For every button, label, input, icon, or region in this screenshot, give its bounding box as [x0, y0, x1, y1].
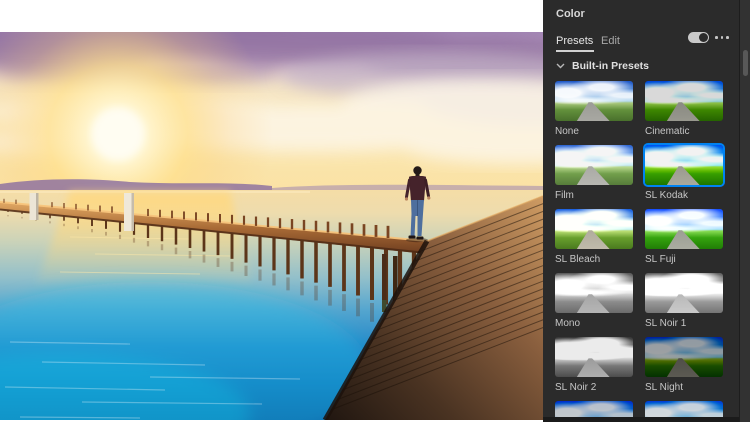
preset-sl-noir-1[interactable]: SL Noir 1 — [645, 273, 723, 337]
panel-enable-toggle[interactable] — [688, 32, 709, 43]
preset-film[interactable]: Film — [555, 145, 633, 209]
toggle-knob — [699, 33, 708, 42]
preset-thumbnail — [645, 273, 723, 313]
preset-label: SL Bleach — [555, 254, 601, 265]
road-graphic — [666, 294, 700, 313]
road-graphic — [576, 230, 610, 249]
preset-thumbnail — [645, 209, 723, 249]
preset-label: Mono — [555, 318, 581, 329]
preset-sl-fuji[interactable]: SL Fuji — [645, 209, 723, 273]
preset-label: SL Noir 2 — [555, 382, 597, 393]
chevron-down-icon — [556, 63, 565, 69]
panel-bottom-divider — [543, 417, 739, 422]
preset-cinematic[interactable]: Cinematic — [645, 81, 723, 145]
panel-title: Color — [556, 8, 585, 20]
active-tab-underline — [556, 50, 594, 52]
preset-label: SL Night — [645, 382, 683, 393]
preset-sl-night[interactable]: SL Night — [645, 337, 723, 401]
preset-grid: None Cinematic Film SL Kodak SL Bleach S… — [555, 81, 723, 422]
photo-canvas[interactable] — [0, 32, 543, 420]
road-graphic — [576, 294, 610, 313]
preset-thumbnail — [555, 81, 633, 121]
preset-label: SL Noir 1 — [645, 318, 687, 329]
tab-presets[interactable]: Presets — [556, 35, 593, 47]
preset-thumbnail — [555, 209, 633, 249]
preset-none[interactable]: None — [555, 81, 633, 145]
road-graphic — [576, 358, 610, 377]
preset-sl-noir-2[interactable]: SL Noir 2 — [555, 337, 633, 401]
preset-thumbnail — [555, 337, 633, 377]
preset-thumbnail — [645, 337, 723, 377]
preset-thumbnail — [555, 273, 633, 313]
section-builtin-presets[interactable]: Built-in Presets — [556, 59, 649, 73]
road-graphic — [666, 166, 700, 185]
road-graphic — [666, 230, 700, 249]
road-graphic — [666, 358, 700, 377]
preset-label: Cinematic — [645, 126, 690, 137]
color-panel: Color Presets Edit Built-in Presets None… — [543, 0, 750, 422]
preset-sl-kodak[interactable]: SL Kodak — [645, 145, 723, 209]
section-label: Built-in Presets — [572, 60, 650, 72]
preset-sl-bleach[interactable]: SL Bleach — [555, 209, 633, 273]
scrollbar-track[interactable] — [739, 0, 750, 422]
preset-label: SL Fuji — [645, 254, 676, 265]
preset-thumbnail — [645, 81, 723, 121]
preset-thumbnail — [645, 145, 723, 185]
preset-label: SL Kodak — [645, 190, 688, 201]
scrollbar-thumb[interactable] — [743, 50, 748, 76]
more-options-icon[interactable] — [715, 35, 731, 39]
tab-edit[interactable]: Edit — [601, 35, 620, 47]
preset-label: Film — [555, 190, 574, 201]
road-graphic — [666, 102, 700, 121]
preset-mono[interactable]: Mono — [555, 273, 633, 337]
road-graphic — [576, 102, 610, 121]
preset-thumbnail — [555, 145, 633, 185]
road-graphic — [576, 166, 610, 185]
sun — [92, 108, 144, 160]
preset-label: None — [555, 126, 579, 137]
